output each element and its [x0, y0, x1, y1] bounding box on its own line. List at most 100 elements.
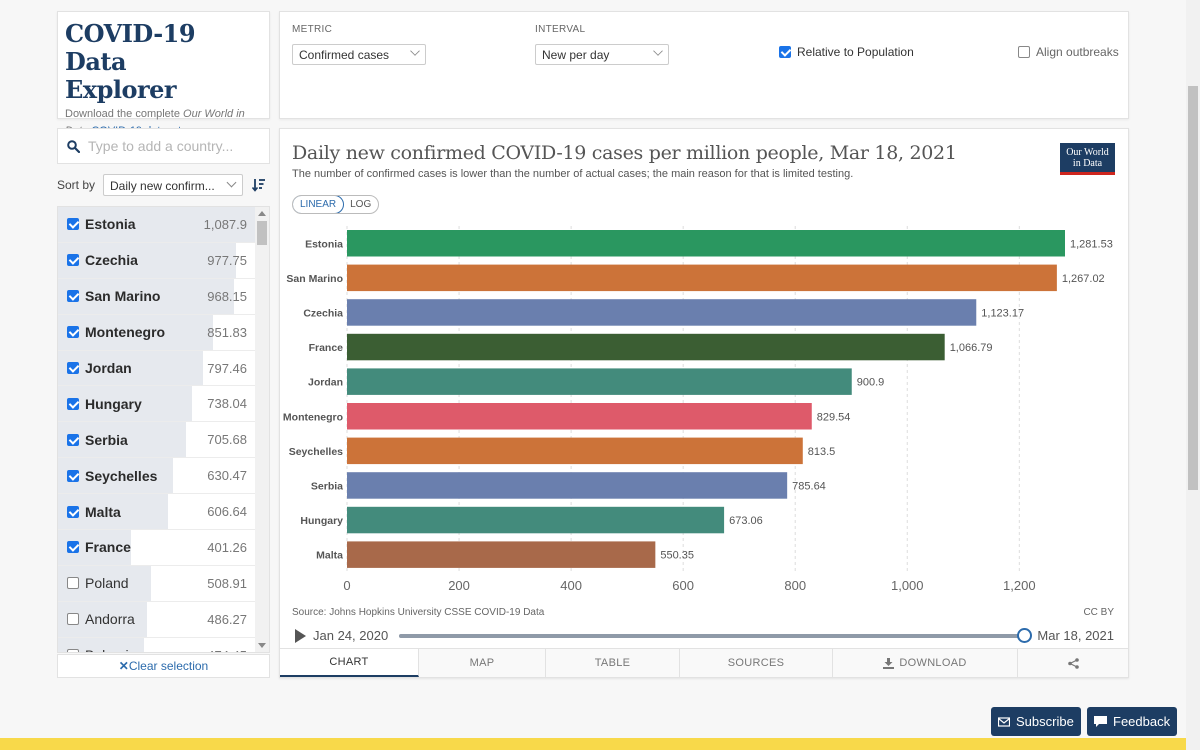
timeline-fill	[399, 634, 1024, 638]
comment-icon	[1094, 715, 1107, 727]
sort-order-icon[interactable]	[252, 178, 266, 192]
country-row[interactable]: San Marino 968.15	[58, 278, 269, 315]
checkbox-checked-icon[interactable]	[67, 290, 79, 303]
x-tick-label: 800	[784, 578, 806, 593]
checkbox-checked-icon[interactable]	[67, 397, 79, 410]
tab-table-label: TABLE	[594, 657, 631, 669]
bar	[347, 368, 852, 395]
checkbox-unchecked-icon[interactable]	[67, 577, 79, 590]
x-tick-label: 400	[560, 578, 582, 593]
bar	[347, 541, 656, 568]
scroll-up-icon[interactable]	[258, 211, 266, 216]
country-value: 606.64	[207, 504, 247, 520]
relative-to-population-checkbox[interactable]: Relative to Population	[779, 45, 914, 59]
page-scroll-thumb[interactable]	[1188, 86, 1198, 490]
country-name: Seychelles	[85, 467, 158, 484]
country-row[interactable]: France 401.26	[58, 530, 269, 566]
country-row[interactable]: Estonia 1,087.9	[58, 207, 269, 243]
checkbox-checked-icon[interactable]	[67, 326, 79, 339]
country-row[interactable]: Bulgaria 474.45	[58, 637, 269, 652]
checkbox-checked-icon[interactable]	[67, 362, 79, 374]
country-value: 508.91	[207, 575, 247, 591]
play-icon[interactable]	[295, 629, 306, 643]
country-value: 851.83	[207, 324, 247, 340]
sort-row: Sort by Daily new confirm...	[57, 174, 270, 196]
interval-value: New per day	[542, 48, 610, 62]
x-tick-label: 1,000	[891, 578, 924, 593]
app-title-line2: Explorer	[65, 75, 177, 104]
scroll-down-icon[interactable]	[258, 643, 266, 648]
interval-select[interactable]: New per day	[535, 44, 669, 65]
footer-bar	[0, 738, 1186, 750]
value-label: 829.54	[817, 411, 851, 423]
feedback-button[interactable]: Feedback	[1087, 707, 1178, 736]
bar	[347, 333, 945, 361]
tab-sources[interactable]: SOURCES	[680, 649, 833, 677]
country-row[interactable]: Jordan 797.46	[58, 350, 269, 387]
country-value: 797.46	[207, 360, 247, 376]
title-card: COVID-19 Data Explorer Download the compl…	[57, 11, 270, 137]
checkbox-checked-icon[interactable]	[67, 218, 79, 231]
tab-share[interactable]	[1018, 649, 1128, 677]
country-row[interactable]: Czechia 977.75	[58, 242, 269, 279]
checkbox-checked-icon[interactable]	[67, 469, 79, 482]
country-list-scrollbar[interactable]	[255, 207, 269, 652]
country-value: 486.27	[207, 611, 247, 627]
category-label: France	[309, 342, 344, 354]
country-row[interactable]: Serbia 705.68	[58, 422, 269, 459]
country-row[interactable]: Andorra 486.27	[58, 601, 269, 638]
country-row[interactable]: Montenegro 851.83	[58, 314, 269, 351]
category-label: Montenegro	[283, 411, 343, 423]
tab-map[interactable]: MAP	[419, 649, 546, 677]
timeline-handle[interactable]	[1017, 628, 1032, 643]
subscribe-button[interactable]: Subscribe	[991, 707, 1081, 736]
country-search-input[interactable]	[88, 138, 258, 154]
country-name: France	[85, 539, 131, 556]
x-tick-label: 600	[672, 578, 694, 593]
country-name: Jordan	[85, 360, 132, 376]
checkbox-checked-icon	[779, 46, 791, 58]
checkbox-checked-icon[interactable]	[67, 254, 79, 267]
country-value: 977.75	[207, 252, 247, 268]
chart-source: Source: Johns Hopkins University CSSE CO…	[292, 607, 545, 618]
download-icon	[883, 657, 895, 669]
metric-select[interactable]: Confirmed cases	[292, 44, 426, 65]
timeline-track[interactable]	[399, 634, 1024, 638]
chart-card: Daily new confirmed COVID-19 cases per m…	[279, 128, 1129, 678]
clear-selection-label: Clear selection	[128, 659, 209, 673]
value-label: 900.9	[857, 377, 885, 389]
align-outbreaks-checkbox[interactable]: Align outbreaks	[1018, 45, 1119, 59]
checkbox-checked-icon[interactable]	[67, 505, 79, 518]
country-rows: Estonia 1,087.9 Czechia 977.75 San Marino 968…	[58, 207, 269, 652]
bar	[347, 437, 803, 465]
bar-chart: 0 200 400 600 800 1,000 1,200 Estonia 1,281.53 Sa…	[283, 226, 1113, 593]
tab-chart[interactable]: CHART	[280, 649, 419, 677]
country-search	[57, 128, 270, 164]
category-label: Jordan	[308, 377, 343, 389]
clear-selection-button[interactable]: ✕Clear selection	[57, 654, 270, 678]
country-name: Andorra	[85, 611, 135, 628]
timeline: Jan 24, 2020 Mar 18, 2021	[292, 626, 1118, 646]
scroll-thumb[interactable]	[257, 221, 267, 245]
page-scrollbar[interactable]	[1186, 0, 1200, 750]
tab-map-label: MAP	[469, 657, 495, 669]
country-value: 401.26	[207, 539, 247, 555]
country-row[interactable]: Hungary 738.04	[58, 386, 269, 423]
checkbox-checked-icon[interactable]	[67, 433, 79, 446]
checkbox-checked-icon[interactable]	[67, 541, 79, 554]
sort-select[interactable]: Daily new confirm...	[103, 174, 244, 196]
country-name: Serbia	[85, 431, 128, 448]
country-row[interactable]: Seychelles 630.47	[58, 458, 269, 495]
country-name: Estonia	[85, 216, 136, 233]
checkbox-unchecked-icon[interactable]	[67, 649, 79, 652]
tab-table[interactable]: TABLE	[546, 649, 680, 677]
tab-download[interactable]: DOWNLOAD	[833, 649, 1018, 677]
country-row[interactable]: Poland 508.91	[58, 565, 269, 602]
feedback-label: Feedback	[1113, 714, 1171, 729]
envelope-icon	[998, 716, 1010, 727]
chevron-down-icon	[653, 46, 663, 56]
checkbox-unchecked-icon[interactable]	[67, 613, 79, 626]
country-row[interactable]: Malta 606.64	[58, 494, 269, 531]
country-value: 705.68	[207, 432, 247, 448]
country-value: 474.45	[207, 648, 247, 652]
